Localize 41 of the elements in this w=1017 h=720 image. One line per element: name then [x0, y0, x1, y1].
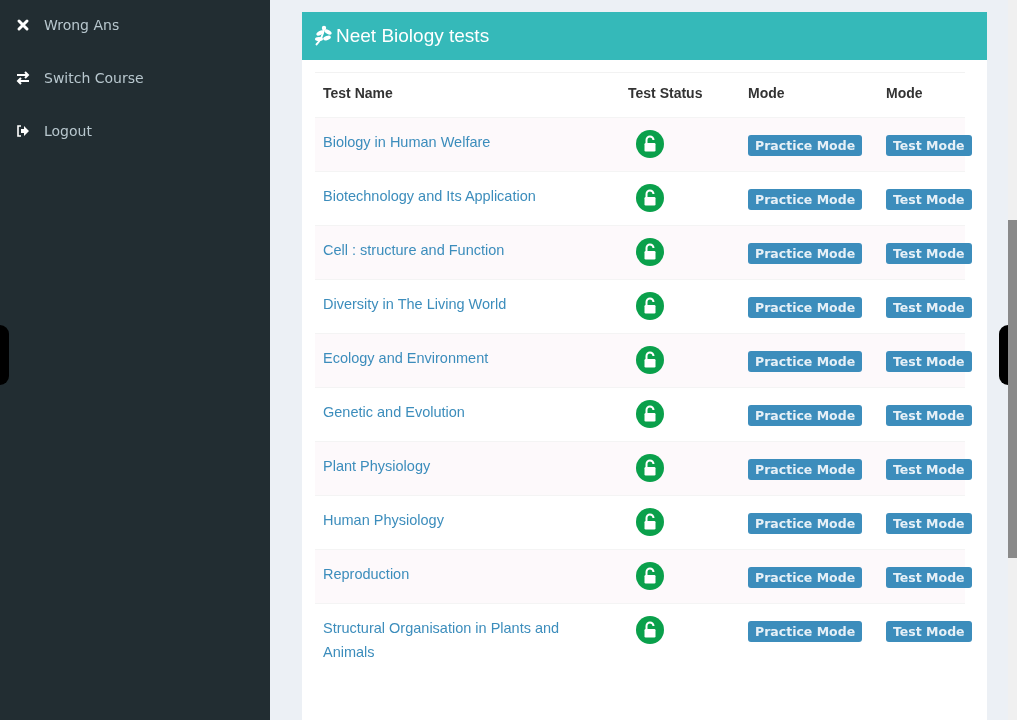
test-mode-button[interactable]: Test Mode: [886, 351, 972, 372]
practice-mode-button[interactable]: Practice Mode: [748, 621, 863, 642]
column-header: Test Status: [620, 72, 740, 118]
swap-arrows-icon: [16, 70, 30, 85]
leaf-icon: [313, 25, 333, 47]
close-icon: [16, 17, 30, 32]
sign-out-icon: [16, 123, 30, 138]
test-mode-button[interactable]: Test Mode: [886, 189, 972, 210]
nav-handle[interactable]: [0, 325, 9, 385]
practice-mode-button[interactable]: Practice Mode: [748, 135, 863, 156]
test-mode-button[interactable]: Test Mode: [886, 297, 972, 318]
test-mode-button[interactable]: Test Mode: [886, 459, 972, 480]
scrollbar[interactable]: [1008, 0, 1017, 720]
panel-title: Neet Biology tests: [336, 25, 490, 47]
column-header: Test Name: [315, 72, 620, 118]
practice-mode-button[interactable]: Practice Mode: [748, 297, 863, 318]
test-mode-button[interactable]: Test Mode: [886, 135, 972, 156]
column-header: Mode: [878, 72, 965, 118]
column-header: Mode: [740, 72, 878, 118]
test-mode-button[interactable]: Test Mode: [886, 513, 972, 534]
practice-mode-button[interactable]: Practice Mode: [748, 567, 863, 588]
test-link[interactable]: Diversity in The Living World: [323, 292, 612, 316]
sidebar-item[interactable]: Switch Course: [0, 66, 270, 119]
test-mode-button[interactable]: Test Mode: [886, 567, 972, 588]
practice-mode-button[interactable]: Practice Mode: [748, 351, 863, 372]
sidebar-item[interactable]: Logout: [0, 119, 270, 172]
practice-mode-button[interactable]: Practice Mode: [748, 243, 863, 264]
test-link[interactable]: Human Physiology: [323, 508, 612, 532]
test-link[interactable]: Structural Organisation in Plants and Animals: [323, 616, 612, 664]
practice-mode-button[interactable]: Practice Mode: [748, 513, 863, 534]
test-link[interactable]: Biotechnology and Its Application: [323, 184, 612, 208]
practice-mode-button[interactable]: Practice Mode: [748, 189, 863, 210]
sidebar-item[interactable]: Wrong Ans: [0, 13, 270, 66]
test-mode-button[interactable]: Test Mode: [886, 243, 972, 264]
practice-mode-button[interactable]: Practice Mode: [748, 459, 863, 480]
test-mode-button[interactable]: Test Mode: [886, 405, 972, 426]
scrollbar-thumb[interactable]: [1008, 220, 1017, 558]
test-mode-button[interactable]: Test Mode: [886, 621, 972, 642]
nav-handle[interactable]: [999, 325, 1008, 385]
test-link[interactable]: Genetic and Evolution: [323, 400, 612, 424]
practice-mode-button[interactable]: Practice Mode: [748, 405, 863, 426]
